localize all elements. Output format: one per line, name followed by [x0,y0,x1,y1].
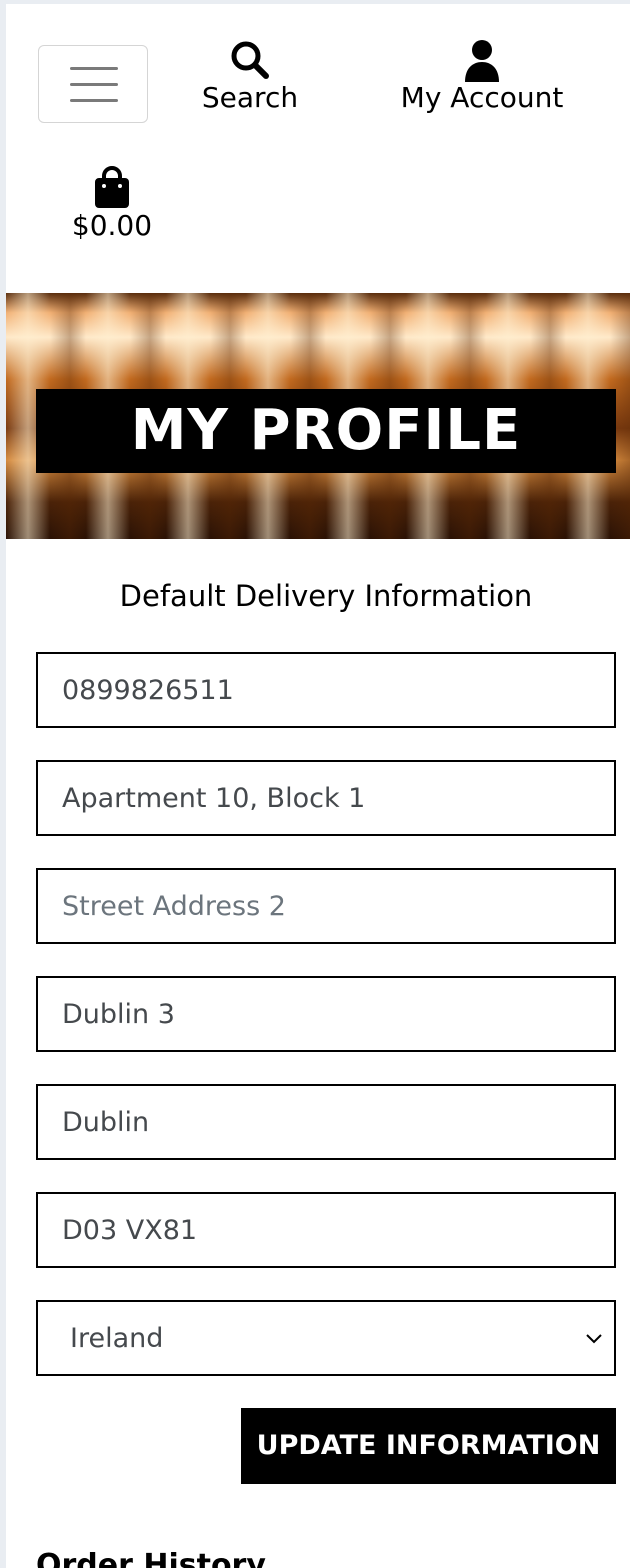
shopping-bag-icon [95,166,129,208]
delivery-info-heading: Default Delivery Information [119,579,533,613]
town-city-input[interactable] [36,976,616,1052]
update-information-button[interactable]: UPDATE INFORMATION [241,1408,616,1484]
street-address-1-input[interactable] [36,760,616,836]
search-label: Search [201,81,299,114]
chevron-down-icon [586,1334,602,1344]
bag-total: $0.00 [71,209,153,242]
search-link[interactable]: Search [194,38,306,114]
hero-banner: MY PROFILE [6,293,630,539]
postcode-input[interactable] [36,1192,616,1268]
country-selected-value: Ireland [70,1322,164,1354]
shopping-bag-link[interactable]: $0.00 [62,166,162,242]
street-address-2-input[interactable] [36,868,616,944]
user-icon [465,40,499,82]
page-title: MY PROFILE [36,389,616,473]
my-account-link[interactable]: My Account [390,38,574,114]
my-account-label: My Account [400,81,564,114]
order-history-heading: Order History [36,1548,266,1568]
county-input[interactable] [36,1084,616,1160]
menu-toggle-button[interactable] [38,45,148,123]
country-select[interactable]: Ireland [36,1300,616,1376]
profile-page: Search My Account $0.00 MY PROFILE Defau… [6,4,630,1568]
search-icon [231,41,269,79]
phone-number-input[interactable] [36,652,616,728]
